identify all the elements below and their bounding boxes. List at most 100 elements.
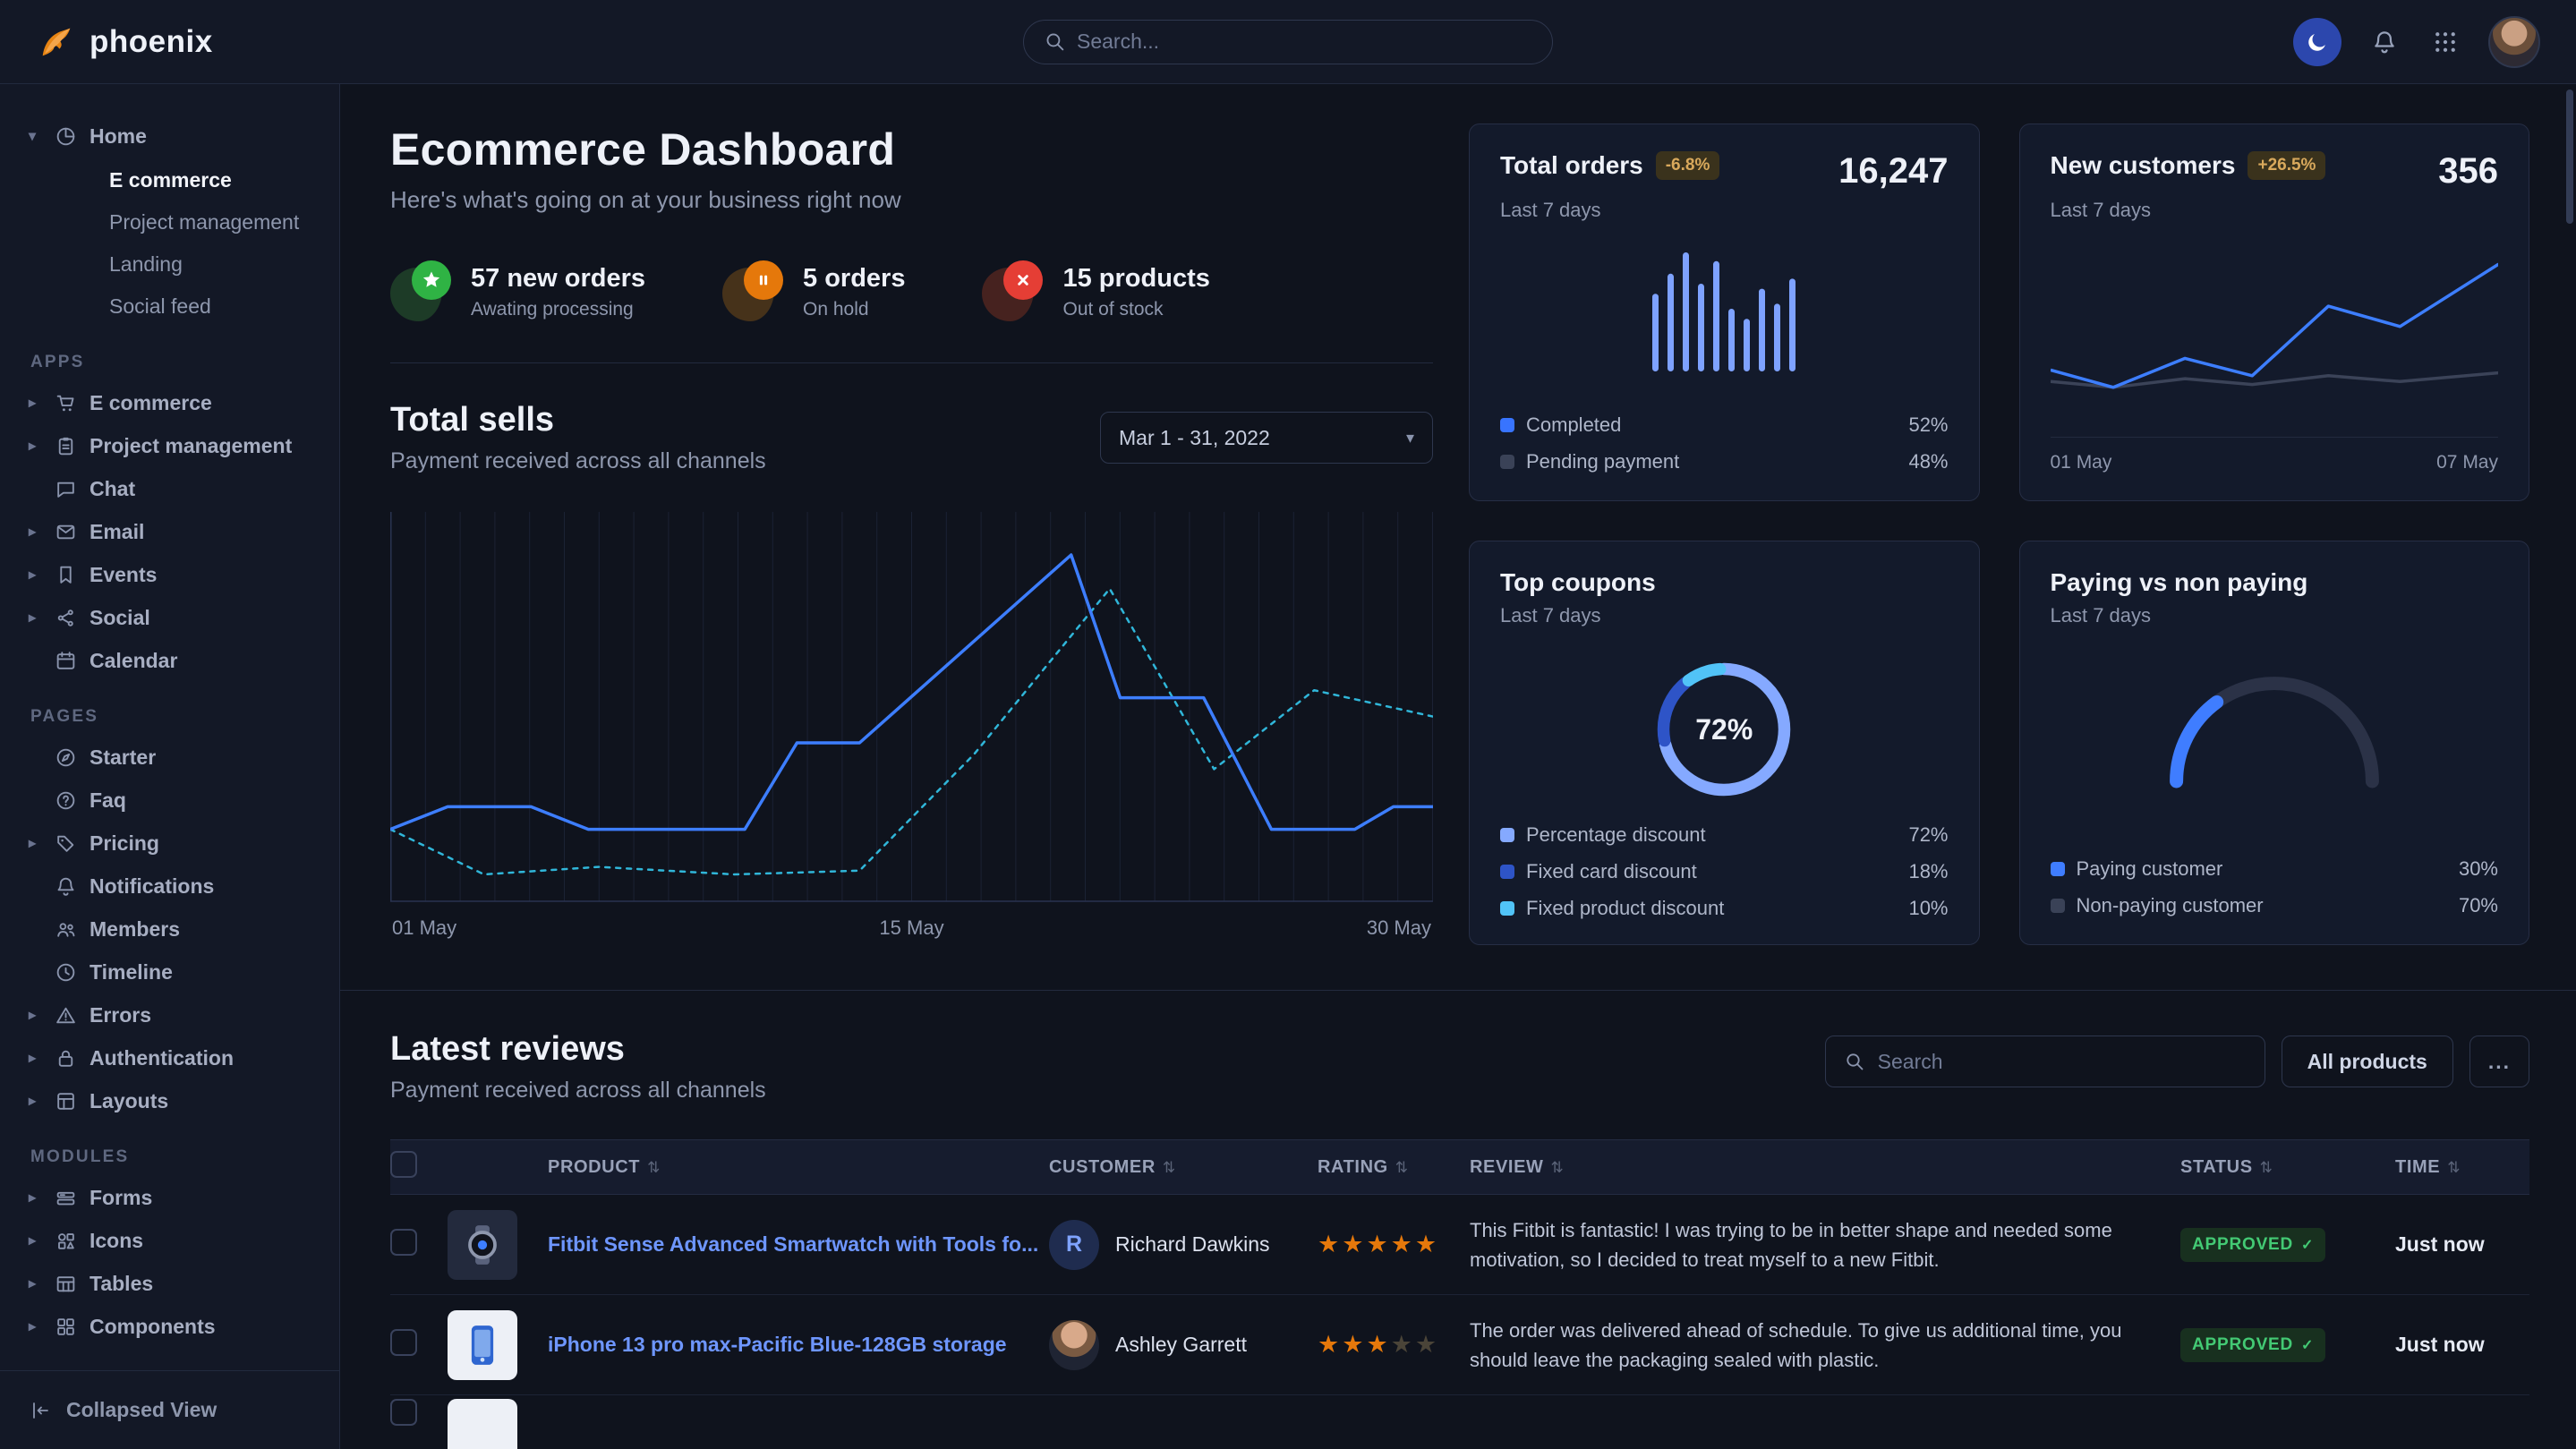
- components-icon: [52, 1313, 79, 1340]
- x-axis-labels: 01 May 15 May 30 May: [390, 916, 1433, 940]
- question-circle-icon: [52, 787, 79, 814]
- sidebar-section-apps: APPS: [30, 353, 318, 372]
- chevron-right-icon: ▸: [23, 1274, 41, 1292]
- reviews-search[interactable]: [1825, 1036, 2265, 1087]
- brand[interactable]: phoenix: [36, 21, 213, 63]
- sidebar-item-tables[interactable]: ▸Tables: [23, 1262, 318, 1305]
- sidebar-item-chat[interactable]: Chat: [23, 467, 318, 510]
- legend-dot: [1500, 865, 1514, 879]
- theme-toggle-button[interactable]: [2293, 18, 2341, 66]
- reviews-header: Latest reviews Payment received across a…: [390, 1030, 2529, 1104]
- sidebar-item-authentication[interactable]: ▸Authentication: [23, 1036, 318, 1079]
- global-search[interactable]: [1023, 20, 1553, 64]
- sidebar-item-project-management[interactable]: Project management: [23, 201, 318, 243]
- card-period: Last 7 days: [2051, 199, 2499, 222]
- global-search-input[interactable]: [1077, 30, 1532, 54]
- check-icon: ✓: [2301, 1336, 2314, 1354]
- warning-icon: [52, 1002, 79, 1028]
- product-link[interactable]: iPhone 13 pro max-Pacific Blue-128GB sto…: [548, 1333, 1049, 1357]
- chevron-right-icon: ▸: [23, 834, 41, 852]
- all-products-button[interactable]: All products: [2282, 1036, 2453, 1087]
- review-time: Just now: [2395, 1333, 2529, 1357]
- column-header-status[interactable]: STATUS: [2180, 1157, 2395, 1178]
- donut-center-label: 72%: [1643, 649, 1804, 810]
- chevron-down-icon: ▾: [23, 127, 41, 145]
- row-checkbox[interactable]: [390, 1399, 417, 1426]
- share-icon: [52, 604, 79, 631]
- sidebar-item-members[interactable]: Members: [23, 908, 318, 950]
- legend-dot: [1500, 418, 1514, 432]
- stats-row: 57 new ordersAwating processing 5 orders…: [390, 262, 1433, 321]
- more-options-button[interactable]: ...: [2469, 1036, 2529, 1087]
- product-thumbnail-watch[interactable]: [448, 1210, 517, 1280]
- orders-bar-chart: [1514, 235, 1934, 388]
- chevron-right-icon: ▸: [23, 523, 41, 541]
- total-sells-subtitle: Payment received across all channels: [390, 448, 766, 474]
- date-range-select[interactable]: Mar 1 - 31, 2022 ▾: [1100, 412, 1433, 464]
- select-all-checkbox[interactable]: [390, 1151, 417, 1178]
- notifications-button[interactable]: [2367, 24, 2402, 60]
- sidebar-item-components[interactable]: ▸Components: [23, 1305, 318, 1348]
- sidebar-item-ecommerce[interactable]: E commerce: [23, 159, 318, 201]
- sidebar-item-social[interactable]: ▸Social: [23, 596, 318, 639]
- navbar-actions: [2293, 16, 2540, 68]
- stat-caption: On hold: [803, 299, 905, 320]
- collapse-sidebar-button[interactable]: Collapsed View: [0, 1370, 339, 1449]
- status-badge: APPROVED✓: [2180, 1228, 2325, 1262]
- chat-icon: [52, 475, 79, 502]
- legend-dot: [1500, 901, 1514, 916]
- chevron-right-icon: ▸: [23, 1189, 41, 1206]
- sidebar-item-faq[interactable]: Faq: [23, 779, 318, 822]
- sidebar-item-home[interactable]: ▾ Home: [23, 115, 318, 158]
- sidebar-item-errors[interactable]: ▸Errors: [23, 993, 318, 1036]
- home-submenu: E commerce Project management Landing So…: [23, 159, 318, 328]
- cart-icon: [52, 389, 79, 416]
- apps-menu-button[interactable]: [2427, 24, 2463, 60]
- column-header-rating[interactable]: RATING: [1318, 1157, 1470, 1178]
- product-thumbnail-phone[interactable]: [448, 1310, 517, 1380]
- column-header-review[interactable]: REVIEW: [1470, 1157, 2180, 1178]
- row-checkbox[interactable]: [390, 1329, 417, 1356]
- column-header-customer[interactable]: CUSTOMER: [1049, 1157, 1318, 1178]
- sidebar: ▾ Home E commerce Project management Lan…: [0, 84, 340, 1449]
- bell-icon: [52, 873, 79, 899]
- reviews-search-input[interactable]: [1878, 1050, 2247, 1074]
- product-thumbnail[interactable]: [448, 1399, 517, 1449]
- sidebar-item-app-project-management[interactable]: ▸Project management: [23, 424, 318, 467]
- sidebar-item-social-feed[interactable]: Social feed: [23, 286, 318, 328]
- stat-on-hold: 5 ordersOn hold: [722, 262, 905, 321]
- review-text: The order was delivered ahead of schedul…: [1470, 1316, 2180, 1375]
- pause-icon: [722, 262, 781, 321]
- paying-legend: Paying customer30% Non-paying customer70…: [2051, 844, 2499, 917]
- sidebar-item-landing[interactable]: Landing: [23, 243, 318, 286]
- sidebar-item-layouts[interactable]: ▸Layouts: [23, 1079, 318, 1122]
- sidebar-item-pricing[interactable]: ▸Pricing: [23, 822, 318, 865]
- chevron-right-icon: ▸: [23, 1317, 41, 1335]
- sidebar-item-notifications[interactable]: Notifications: [23, 865, 318, 908]
- product-link[interactable]: Fitbit Sense Advanced Smartwatch with To…: [548, 1232, 1049, 1257]
- customer-avatar[interactable]: R: [1049, 1220, 1099, 1270]
- sidebar-item-email[interactable]: ▸Email: [23, 510, 318, 553]
- sidebar-item-icons[interactable]: ▸Icons: [23, 1219, 318, 1262]
- sidebar-item-app-ecommerce[interactable]: ▸E commerce: [23, 381, 318, 424]
- sidebar-item-calendar[interactable]: Calendar: [23, 639, 318, 682]
- sidebar-item-starter[interactable]: Starter: [23, 736, 318, 779]
- column-header-product[interactable]: PRODUCT: [548, 1157, 1049, 1178]
- row-checkbox[interactable]: [390, 1229, 417, 1256]
- coupons-donut-chart: 72%: [1643, 649, 1804, 810]
- user-avatar[interactable]: [2488, 16, 2540, 68]
- chevron-right-icon: ▸: [23, 437, 41, 455]
- sidebar-item-timeline[interactable]: Timeline: [23, 950, 318, 993]
- stat-caption: Out of stock: [1062, 299, 1209, 320]
- column-header-time[interactable]: TIME: [2395, 1157, 2529, 1178]
- stat-value: 15 products: [1062, 264, 1209, 294]
- check-icon: ✓: [2301, 1236, 2314, 1254]
- sidebar-item-events[interactable]: ▸Events: [23, 553, 318, 596]
- chevron-right-icon: ▸: [23, 566, 41, 584]
- collapse-icon: [27, 1397, 54, 1424]
- scrollbar-thumb[interactable]: [2566, 89, 2573, 224]
- sidebar-item-forms[interactable]: ▸Forms: [23, 1176, 318, 1219]
- total-sells-chart: 01 May 15 May 30 May: [390, 508, 1433, 940]
- orders-legend: Completed52% Pending payment48%: [1500, 400, 1949, 473]
- customer-avatar[interactable]: [1049, 1320, 1099, 1370]
